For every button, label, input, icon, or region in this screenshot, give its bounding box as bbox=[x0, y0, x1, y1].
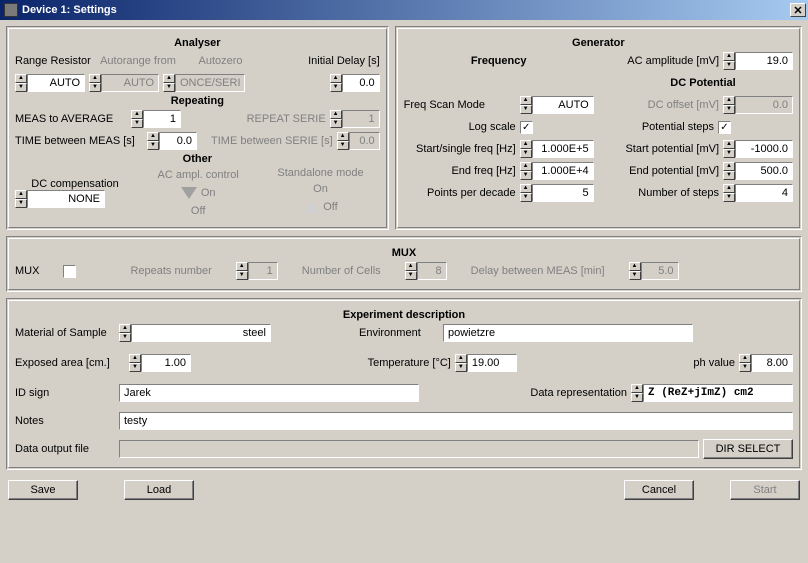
generator-heading: Generator bbox=[404, 37, 793, 49]
dc-potential-heading: DC Potential bbox=[613, 77, 793, 89]
number-of-steps-label: Number of steps bbox=[638, 187, 719, 199]
time-between-meas-label: TIME between MEAS [s] bbox=[15, 135, 143, 147]
material-spinner[interactable]: ▲▼ bbox=[119, 324, 271, 342]
frequency-heading: Frequency bbox=[404, 55, 594, 67]
output-file-label: Data output file bbox=[15, 443, 115, 455]
time-between-serie-label: TIME between SERIE [s] bbox=[211, 135, 333, 147]
autorange-from-spinner: ▲▼ bbox=[89, 74, 159, 92]
other-heading: Other bbox=[15, 153, 380, 165]
points-per-decade-label: Points per decade bbox=[404, 187, 516, 199]
data-repr-label: Data representation bbox=[530, 387, 627, 399]
start-freq-label: Start/single freq [Hz] bbox=[404, 143, 516, 155]
freq-scan-mode-label: Freq Scan Mode bbox=[404, 99, 516, 111]
dc-offset-label: DC offset [mV] bbox=[648, 99, 719, 111]
number-of-cells-spinner: ▲▼ bbox=[405, 262, 447, 280]
ph-label: ph value bbox=[693, 357, 735, 369]
log-scale-label: Log scale bbox=[404, 121, 516, 133]
output-file-field bbox=[119, 440, 699, 458]
potential-steps-label: Potential steps bbox=[642, 121, 714, 133]
dir-select-button[interactable]: DIR SELECT bbox=[703, 439, 793, 459]
start-potential-label: Start potential [mV] bbox=[625, 143, 719, 155]
initial-delay-label: Initial Delay [s] bbox=[262, 55, 380, 67]
mux-label: MUX bbox=[15, 265, 39, 277]
exposed-area-label: Exposed area [cm.] bbox=[15, 357, 125, 369]
ac-amplitude-label: AC amplitude [mV] bbox=[627, 55, 719, 67]
id-sign-label: ID sign bbox=[15, 387, 115, 399]
dc-comp-label: DC compensation bbox=[15, 178, 135, 190]
dc-comp-spinner[interactable]: ▲▼ bbox=[15, 190, 135, 208]
temperature-label: Temperature [°C] bbox=[368, 357, 451, 369]
start-freq-spinner[interactable]: ▲▼ bbox=[520, 140, 594, 158]
cancel-button[interactable]: Cancel bbox=[624, 480, 694, 500]
mux-group: MUX MUX Repeats number ▲▼ Number of Cell… bbox=[6, 236, 802, 292]
freq-scan-mode-spinner[interactable]: ▲▼ bbox=[520, 96, 594, 114]
id-sign-field[interactable] bbox=[119, 384, 419, 402]
generator-group: Generator Frequency AC amplitude [mV] ▲▼… bbox=[395, 26, 802, 230]
environment-field[interactable] bbox=[443, 324, 693, 342]
potential-steps-checkbox[interactable]: ✓ bbox=[718, 121, 731, 134]
data-repr-spinner[interactable]: ▲▼ bbox=[631, 384, 793, 402]
ac-ampl-control-label: AC ampl. control bbox=[158, 169, 239, 181]
temperature-spinner[interactable]: ▲▼ bbox=[455, 354, 517, 372]
notes-field[interactable] bbox=[119, 412, 793, 430]
range-resistor-spinner[interactable]: ▲▼ bbox=[15, 74, 85, 92]
start-potential-spinner[interactable]: ▲▼ bbox=[723, 140, 793, 158]
end-freq-label: End freq [Hz] bbox=[404, 165, 516, 177]
close-button[interactable]: ✕ bbox=[790, 3, 806, 17]
repeat-serie-spinner: ▲▼ bbox=[330, 110, 380, 128]
repeats-number-spinner: ▲▼ bbox=[236, 262, 278, 280]
save-button[interactable]: Save bbox=[8, 480, 78, 500]
time-between-serie-spinner: ▲▼ bbox=[337, 132, 380, 150]
experiment-heading: Experiment description bbox=[15, 309, 793, 321]
load-button[interactable]: Load bbox=[124, 480, 194, 500]
repeats-number-label: Repeats number bbox=[130, 265, 211, 277]
ph-spinner[interactable]: ▲▼ bbox=[739, 354, 793, 372]
meas-avg-label: MEAS to AVERAGE bbox=[15, 113, 127, 125]
mux-delay-label: Delay between MEAS [min] bbox=[471, 265, 605, 277]
autozero-spinner: ▲▼ bbox=[163, 74, 245, 92]
meas-avg-spinner[interactable]: ▲▼ bbox=[131, 110, 181, 128]
initial-delay-spinner[interactable]: ▲▼ bbox=[330, 74, 380, 92]
autozero-label: Autozero bbox=[183, 55, 258, 67]
material-label: Material of Sample bbox=[15, 327, 115, 339]
mux-delay-spinner: ▲▼ bbox=[629, 262, 679, 280]
titlebar: Device 1: Settings ✕ bbox=[0, 0, 808, 20]
range-resistor-label: Range Resistor bbox=[15, 55, 93, 67]
log-scale-checkbox[interactable]: ✓ bbox=[520, 121, 533, 134]
window-title: Device 1: Settings bbox=[22, 4, 790, 16]
experiment-group: Experiment description Material of Sampl… bbox=[6, 298, 802, 470]
up-arrow-icon bbox=[303, 201, 319, 213]
mux-heading: MUX bbox=[15, 247, 793, 259]
end-potential-spinner[interactable]: ▲▼ bbox=[723, 162, 793, 180]
start-button: Start bbox=[730, 480, 800, 500]
end-freq-spinner[interactable]: ▲▼ bbox=[520, 162, 594, 180]
time-between-meas-spinner[interactable]: ▲▼ bbox=[147, 132, 197, 150]
repeat-serie-label: REPEAT SERIE bbox=[247, 113, 326, 125]
ac-amplitude-spinner[interactable]: ▲▼ bbox=[723, 52, 793, 70]
exposed-area-spinner[interactable]: ▲▼ bbox=[129, 354, 191, 372]
down-arrow-icon bbox=[181, 187, 197, 199]
number-of-cells-label: Number of Cells bbox=[302, 265, 381, 277]
analyser-heading: Analyser bbox=[15, 37, 380, 49]
end-potential-label: End potential [mV] bbox=[629, 165, 719, 177]
analyser-group: Analyser Range Resistor Autorange from A… bbox=[6, 26, 389, 230]
environment-label: Environment bbox=[359, 327, 439, 339]
dc-offset-spinner: ▲▼ bbox=[723, 96, 793, 114]
standalone-mode-label: Standalone mode bbox=[277, 167, 363, 179]
repeating-heading: Repeating bbox=[15, 95, 380, 107]
notes-label: Notes bbox=[15, 415, 115, 427]
points-per-decade-spinner[interactable]: ▲▼ bbox=[520, 184, 594, 202]
autorange-from-label: Autorange from bbox=[97, 55, 179, 67]
number-of-steps-spinner[interactable]: ▲▼ bbox=[723, 184, 793, 202]
window-icon bbox=[4, 3, 18, 17]
mux-checkbox[interactable] bbox=[63, 265, 76, 278]
